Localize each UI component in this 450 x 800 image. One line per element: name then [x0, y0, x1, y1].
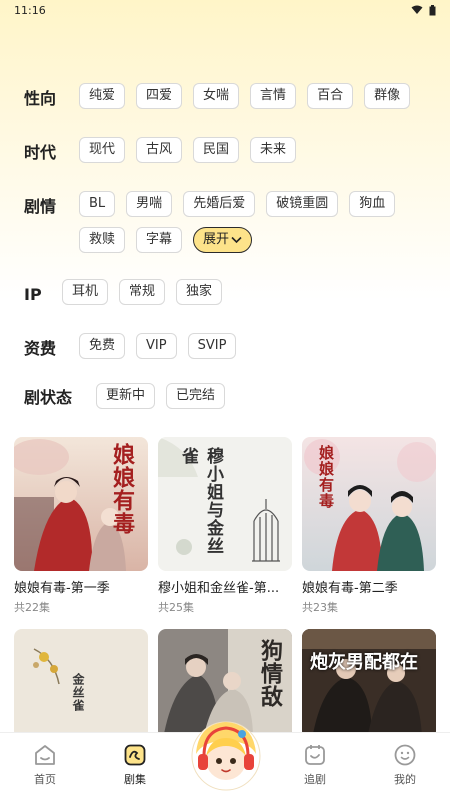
tab-follow-label: 追剧 [304, 773, 326, 786]
chip-era[interactable]: 古风 [136, 137, 183, 163]
chip-ip[interactable]: 耳机 [62, 279, 109, 305]
tab-home-label: 首页 [34, 773, 56, 786]
drama-card[interactable]: 金丝雀 [14, 629, 148, 748]
chip-era[interactable]: 未来 [250, 137, 297, 163]
chip-orientation[interactable]: 女喘 [193, 83, 240, 109]
expand-label: 展开 [203, 232, 230, 247]
drama-card[interactable]: 炮灰男配都在 [302, 629, 436, 748]
chip-plot[interactable]: 字幕 [136, 227, 183, 253]
drama-card[interactable]: 娘娘有毒 娘娘有毒-第一季 共22集 [14, 437, 148, 615]
chip-orientation[interactable]: 纯爱 [79, 83, 126, 109]
episode-count: 共25集 [158, 601, 194, 614]
status-bar: 11:16 [0, 0, 450, 20]
chips-orientation: 纯爱 四爱 女喘 言情 百合 群像 [79, 83, 439, 109]
chip-state[interactable]: 更新中 [96, 383, 156, 409]
filter-label-plot: 剧情 [24, 197, 57, 216]
status-time: 11:16 [14, 3, 46, 17]
drama-cover[interactable]: 娘娘有毒 [14, 437, 148, 571]
chip-state[interactable]: 已完结 [166, 383, 226, 409]
filter-row-ip: IP [24, 282, 42, 308]
chevron-down-icon [231, 236, 242, 244]
cover-title: 娘娘有毒 [317, 445, 335, 509]
filter-label-ip: IP [24, 285, 42, 304]
chips-ip: 耳机 常规 独家 [62, 279, 432, 305]
chip-orientation[interactable]: 百合 [307, 83, 354, 109]
chip-ip[interactable]: 常规 [119, 279, 166, 305]
chip-era[interactable]: 现代 [79, 137, 126, 163]
drama-cover[interactable]: 娘娘有毒 [302, 437, 436, 571]
chip-plot[interactable]: 先婚后爱 [183, 191, 256, 217]
cover-title: 金丝雀 [71, 673, 85, 712]
tab-home[interactable]: 首页 [10, 743, 80, 787]
filter-row-plot: 剧情 [24, 194, 56, 220]
episode-count: 共23集 [302, 601, 338, 614]
drama-cover[interactable]: 穆小姐与金丝雀 [158, 437, 292, 571]
chip-fee[interactable]: SVIP [187, 333, 237, 359]
filter-label-orientation: 性向 [24, 89, 57, 108]
tab-drama[interactable]: 剧集 [100, 743, 170, 787]
chips-state: 更新中 已完结 [96, 383, 436, 409]
cover-title: 炮灰男配都在 [310, 652, 418, 673]
chip-plot[interactable]: 救赎 [79, 227, 126, 253]
filter-row-orientation: 性向 [24, 86, 56, 112]
filter-label-state: 剧状态 [24, 388, 73, 407]
cover-title: 娘娘有毒 [109, 443, 135, 535]
drama-cover[interactable]: 金丝雀 [14, 629, 148, 739]
filter-row-state: 剧状态 [24, 385, 72, 411]
cover-title: 穆小姐与金丝雀 [178, 447, 223, 555]
expand-button[interactable]: 展开 [193, 227, 253, 253]
chips-era: 现代 古风 民国 未来 [79, 137, 439, 163]
tab-profile-label: 我的 [394, 773, 416, 786]
drama-card[interactable]: 穆小姐与金丝雀 穆小姐和金丝雀-第... 共25集 [158, 437, 292, 615]
chips-fee: 免费 VIP SVIP [79, 333, 439, 359]
chip-plot[interactable]: BL [79, 191, 116, 217]
tab-profile[interactable]: 我的 [370, 743, 440, 787]
cover-title: 狗情敌 [257, 639, 283, 708]
mascot-button[interactable] [190, 712, 262, 792]
tab-follow[interactable]: 追剧 [280, 743, 350, 787]
chip-orientation[interactable]: 四爱 [136, 83, 183, 109]
follow-icon [305, 745, 325, 765]
chip-era[interactable]: 民国 [193, 137, 240, 163]
chip-plot[interactable]: 男喘 [126, 191, 173, 217]
wifi-icon [411, 5, 423, 14]
battery-icon [429, 4, 436, 15]
chip-fee[interactable]: VIP [136, 333, 177, 359]
drama-title: 娘娘有毒-第一季 [14, 581, 110, 596]
drama-title: 娘娘有毒-第二季 [302, 581, 398, 596]
tab-drama-label: 剧集 [124, 773, 146, 786]
chip-plot[interactable]: 狗血 [349, 191, 396, 217]
chip-orientation[interactable]: 群像 [364, 83, 411, 109]
home-icon [35, 745, 55, 765]
drama-cover[interactable]: 炮灰男配都在 [302, 629, 436, 739]
drama-icon [124, 744, 146, 766]
chip-ip[interactable]: 独家 [176, 279, 223, 305]
episode-count: 共22集 [14, 601, 50, 614]
chip-orientation[interactable]: 言情 [250, 83, 297, 109]
filter-label-era: 时代 [24, 143, 57, 162]
drama-card[interactable]: 娘娘有毒 娘娘有毒-第二季 共23集 [302, 437, 436, 615]
chip-plot[interactable]: 破镜重圆 [266, 191, 339, 217]
filter-label-fee: 资费 [24, 339, 57, 358]
filter-row-fee: 资费 [24, 336, 56, 362]
chips-plot: BL 男喘 先婚后爱 破镜重圆 狗血 救赎 字幕 展开 [79, 191, 424, 253]
mascot-avatar-icon [191, 721, 261, 791]
profile-icon [394, 744, 416, 766]
chip-fee[interactable]: 免费 [79, 333, 126, 359]
drama-title: 穆小姐和金丝雀-第... [158, 581, 280, 596]
drama-grid: 娘娘有毒 娘娘有毒-第一季 共22集 穆小姐与金丝雀 穆小姐和金丝雀-第... [14, 437, 436, 748]
filter-row-era: 时代 [24, 140, 56, 166]
